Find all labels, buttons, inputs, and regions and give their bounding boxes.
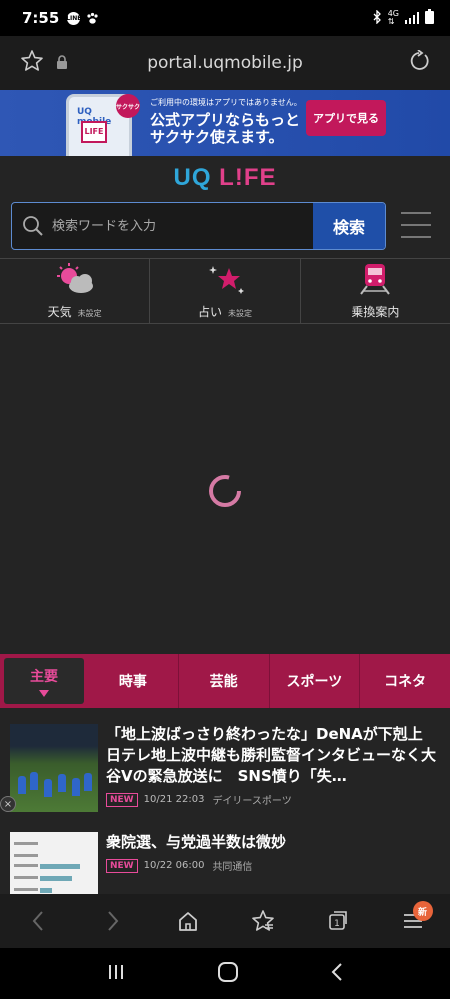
signal-icon	[405, 9, 419, 28]
recent-apps-icon[interactable]	[106, 962, 126, 986]
forward-icon[interactable]	[93, 901, 133, 941]
battery-icon	[425, 8, 434, 28]
news-time: 10/22 06:00	[143, 860, 205, 871]
uq-life-logo[interactable]: UQ L!FE	[0, 164, 450, 192]
tab-entertainment[interactable]: 芸能	[179, 654, 270, 708]
tabs-icon[interactable]: 1	[318, 901, 358, 941]
home-icon[interactable]	[168, 901, 208, 941]
paw-icon	[86, 12, 99, 25]
open-app-button[interactable]: アプリで見る	[306, 100, 386, 136]
shortcut-label-weather: 天気 未設定	[47, 305, 102, 319]
browser-toolbar: 1 新	[0, 894, 450, 948]
weather-icon	[53, 262, 97, 300]
status-time: 7:55	[22, 9, 60, 27]
news-meta: NEW 10/21 22:03 デイリースポーツ	[106, 792, 440, 807]
system-home-icon[interactable]	[217, 961, 239, 987]
news-body: 衆院選、与党過半数は微妙 NEW 10/22 06:00 共同通信	[106, 832, 440, 894]
news-meta: NEW 10/22 06:00 共同通信	[106, 858, 440, 873]
tab-trivia[interactable]: コネタ	[360, 654, 450, 708]
line-app-icon: LINE	[66, 11, 81, 25]
bookmark-star-icon[interactable]	[20, 49, 44, 77]
tab-sports[interactable]: スポーツ	[270, 654, 361, 708]
close-icon[interactable]: ×	[0, 796, 16, 812]
shortcut-transit[interactable]: 乗換案内	[301, 259, 450, 323]
system-back-icon[interactable]	[330, 961, 344, 987]
menu-icon[interactable]: 新	[393, 901, 433, 941]
phone-life-badge: LIFE	[81, 121, 107, 143]
address-bar: portal.uqmobile.jp	[0, 36, 450, 90]
news-thumbnail	[10, 724, 98, 812]
svg-text:1: 1	[334, 919, 340, 929]
category-tabs: 主要 時事 芸能 スポーツ コネタ	[0, 654, 450, 708]
news-title[interactable]: 衆院選、与党過半数は微妙	[106, 832, 440, 853]
train-icon	[353, 262, 397, 300]
page-content: UQ L!FE 検索 天気未設定 占い未設定	[0, 156, 450, 894]
active-caret-icon	[39, 689, 49, 697]
banner-main-text: 公式アプリならもっとサクサク使えます。	[150, 111, 301, 146]
new-badge: NEW	[106, 792, 138, 807]
shortcut-fortune[interactable]: 占い 未設定	[150, 259, 301, 323]
bluetooth-icon	[372, 8, 382, 28]
menu-hamburger-icon[interactable]	[401, 212, 431, 238]
news-time: 10/21 22:03	[143, 794, 205, 805]
lock-icon	[56, 54, 68, 73]
menu-new-badge: 新	[412, 901, 433, 921]
news-body: 「地上波ばっさり終わったな」DeNAが下剋上 日テレ地上波中継も勝利監督インタビ…	[106, 724, 440, 816]
news-item[interactable]: 「地上波ばっさり終わったな」DeNAが下剋上 日テレ地上波中継も勝利監督インタビ…	[0, 716, 450, 824]
tab-current-affairs[interactable]: 時事	[88, 654, 179, 708]
new-badge: NEW	[106, 858, 138, 873]
reload-icon[interactable]	[408, 49, 430, 76]
banner-notice-text: ご利用中の環境はアプリではありません。	[150, 98, 302, 107]
news-source: デイリースポーツ	[212, 796, 292, 807]
news-list: 「地上波ばっさり終わったな」DeNAが下剋上 日テレ地上波中継も勝利監督インタビ…	[0, 716, 450, 894]
search-input[interactable]	[52, 203, 312, 249]
sakusaku-badge: サクサク	[116, 94, 140, 118]
notification-icons: LINE	[66, 11, 99, 25]
shortcut-label-fortune: 占い 未設定	[197, 305, 252, 319]
news-item[interactable]: 衆院選、与党過半数は微妙 NEW 10/22 06:00 共同通信	[0, 824, 450, 894]
tab-main[interactable]: 主要	[4, 658, 84, 704]
search-box: 検索	[11, 202, 386, 250]
news-source: 共同通信	[212, 862, 253, 873]
status-indicators: 4G ⇅	[372, 8, 434, 28]
system-nav-bar	[0, 948, 450, 999]
shortcut-bar: 天気 未設定 占い 未設定 乗換案内	[0, 258, 450, 324]
news-title[interactable]: 「地上波ばっさり終わったな」DeNAが下剋上 日テレ地上波中継も勝利監督インタビ…	[106, 724, 440, 787]
bookmarks-icon[interactable]	[243, 901, 283, 941]
loading-spinner-icon	[208, 474, 242, 508]
shortcut-label-transit: 乗換案内	[351, 305, 400, 319]
network-type: 4G ⇅	[387, 9, 399, 26]
shortcut-weather[interactable]: 天気 未設定	[0, 259, 151, 323]
news-thumbnail	[10, 832, 98, 894]
search-button[interactable]: 検索	[313, 203, 385, 249]
search-row: 検索	[11, 202, 441, 250]
status-bar: 7:55 LINE 4G ⇅	[0, 0, 450, 36]
fortune-star-icon	[203, 262, 247, 300]
app-promo-banner[interactable]: UQ mobile LIFE サクサク ご利用中の環境はアプリではありません。 …	[0, 90, 450, 156]
back-icon[interactable]	[18, 901, 58, 941]
search-icon	[22, 215, 44, 241]
